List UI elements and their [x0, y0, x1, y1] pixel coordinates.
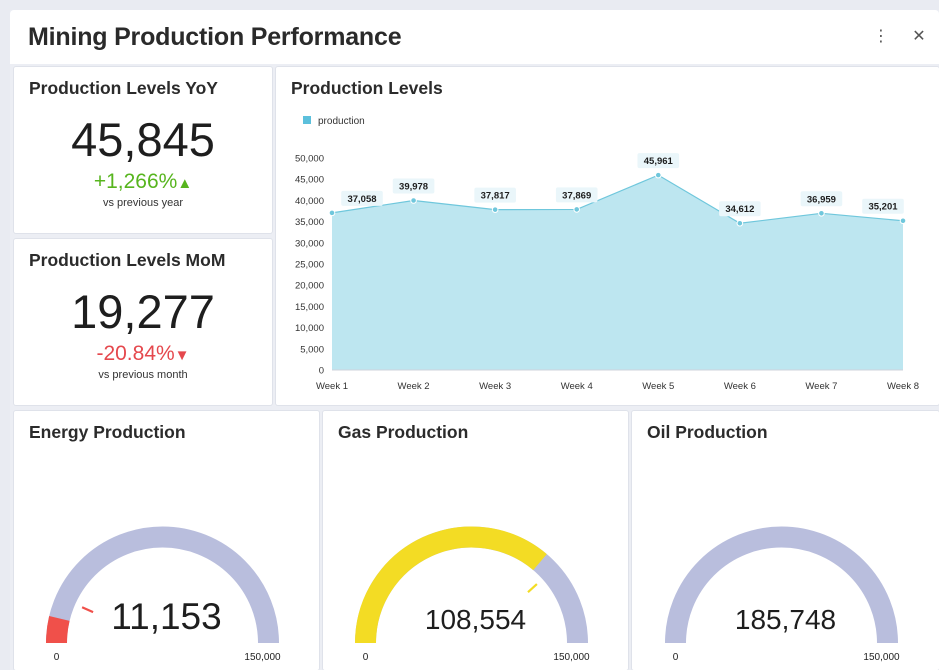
data-point[interactable] — [899, 217, 907, 225]
gauge-max-label: 150,000 — [553, 652, 590, 663]
kpi-subtitle: vs previous month — [98, 369, 188, 381]
y-tick-label: 30,000 — [295, 238, 324, 249]
kpi-card-mom[interactable]: Production Levels MoM 19,277 -20.84%▼ vs… — [14, 239, 272, 405]
kpi-card-yoy[interactable]: Production Levels YoY 45,845 +1,266%▲ vs… — [14, 67, 272, 233]
y-tick-label: 20,000 — [295, 281, 324, 292]
data-point[interactable] — [818, 209, 825, 217]
gas-gauge: 108,554 0 150,000 — [355, 526, 590, 663]
y-tick-label: 0 — [319, 366, 324, 377]
data-point[interactable] — [410, 197, 417, 204]
data-label: 35,201 — [868, 202, 898, 213]
production-levels-card[interactable]: Production Levels production 0 5,000 10,00… — [276, 67, 939, 405]
data-label: 36,959 — [807, 194, 836, 205]
y-tick-label: 45,000 — [295, 175, 324, 186]
gauge-max-label: 150,000 — [863, 652, 900, 663]
production-area-chart[interactable]: production 0 5,000 10,000 15,000 20,000 25,00… — [276, 67, 939, 405]
x-tick-label: Week 6 — [724, 381, 756, 392]
y-tick-label: 5,000 — [300, 344, 324, 355]
arrow-up-icon: ▲ — [177, 175, 193, 192]
gauge-card-oil[interactable]: Oil Production 185,748 0 150,000 — [632, 411, 939, 670]
data-label: 37,869 — [562, 190, 591, 201]
gauge-card-energy[interactable]: Energy Production 11,153 0 150,000 — [14, 411, 319, 670]
kpi-delta-value: -20.84% — [96, 342, 175, 365]
kpi-delta: +1,266%▲ — [14, 170, 272, 194]
y-tick-label: 25,000 — [295, 260, 324, 271]
kpi-title: Production Levels YoY — [29, 78, 218, 98]
x-tick-label: Week 7 — [805, 381, 837, 392]
data-point[interactable] — [736, 219, 744, 227]
gauge-min-label: 0 — [363, 652, 369, 663]
x-tick-label: Week 4 — [561, 381, 593, 392]
data-point[interactable] — [654, 171, 662, 179]
gauge-value: 108,554 — [425, 604, 526, 635]
y-tick-label: 10,000 — [295, 323, 324, 334]
kpi-value: 45,845 — [71, 113, 215, 166]
kpi-delta-value: +1,266% — [93, 170, 178, 193]
kpi-value: 19,277 — [71, 285, 215, 338]
data-point[interactable] — [328, 209, 336, 217]
kpi-subtitle: vs previous year — [102, 197, 184, 209]
gauge-fill — [46, 616, 70, 644]
gauge-card-gas[interactable]: Gas Production 108,554 0 150,000 — [323, 411, 628, 670]
data-point[interactable] — [573, 206, 581, 213]
kpi-title: Production Levels MoM — [29, 250, 226, 270]
oil-gauge: 185,748 0 150,000 — [665, 526, 900, 663]
gauge-value: 185,748 — [735, 604, 836, 635]
y-tick-label: 35,000 — [295, 217, 324, 228]
data-label: 37,058 — [347, 194, 376, 205]
kpi-delta: -20.84%▼ — [14, 342, 272, 366]
arrow-down-icon: ▼ — [174, 347, 190, 364]
gauge-target-marker — [527, 583, 538, 593]
dashboard-header: Mining Production Performance ⋮ ✕ — [10, 10, 939, 64]
y-tick-label: 15,000 — [295, 302, 324, 313]
y-tick-label: 40,000 — [295, 196, 324, 207]
legend-label: production — [318, 116, 365, 127]
x-tick-label: Week 1 — [316, 381, 348, 392]
y-tick-label: 50,000 — [295, 154, 324, 165]
data-label: 39,978 — [399, 181, 428, 192]
energy-gauge: 11,153 0 150,000 — [46, 526, 281, 663]
gauge-target-marker — [81, 606, 94, 614]
legend-swatch — [303, 116, 311, 124]
gauge-value: 11,153 — [111, 596, 221, 637]
x-tick-label: Week 8 — [887, 381, 919, 392]
gauge-min-label: 0 — [673, 652, 679, 663]
gauge-min-label: 0 — [54, 652, 60, 663]
x-tick-label: Week 2 — [398, 381, 430, 392]
data-label: 45,961 — [644, 156, 674, 167]
dashboard-title: Mining Production Performance — [28, 23, 402, 51]
dashboard: Mining Production Performance ⋮ ✕ Produc… — [10, 10, 939, 670]
more-vertical-icon[interactable]: ⋮ — [872, 28, 890, 46]
x-tick-label: Week 5 — [642, 381, 674, 392]
gauge-max-label: 150,000 — [244, 652, 281, 663]
x-tick-label: Week 3 — [479, 381, 511, 392]
close-icon[interactable]: ✕ — [910, 28, 928, 46]
data-label: 34,612 — [725, 204, 754, 215]
data-point[interactable] — [491, 206, 499, 213]
data-label: 37,817 — [481, 191, 510, 202]
